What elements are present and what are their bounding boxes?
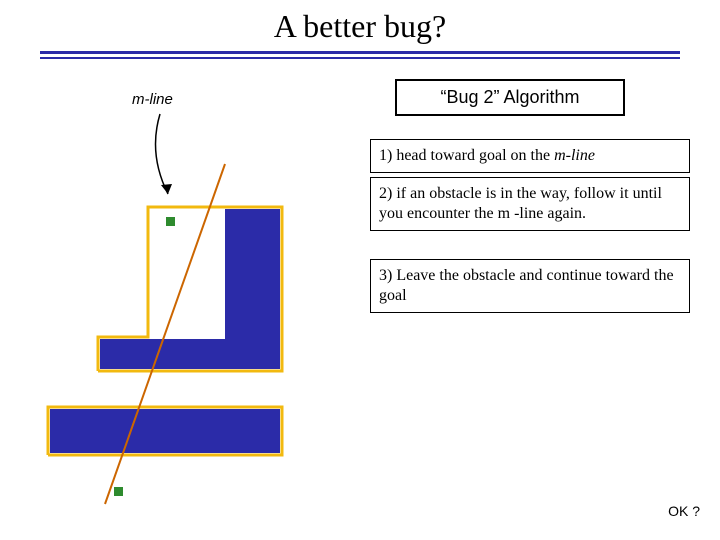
footer-ok: OK ? [668, 503, 700, 519]
step-1-text-b: m-line [554, 147, 595, 164]
slide-title: A better bug? [0, 0, 720, 51]
step-2: 2) if an obstacle is in the way, follow … [370, 177, 690, 231]
step-1: 1) head toward goal on the m-line [370, 139, 690, 173]
title-rule [40, 51, 680, 59]
algorithm-title-box: “Bug 2” Algorithm [395, 79, 625, 116]
label-arrow [156, 114, 169, 194]
waypoint-start [114, 487, 123, 496]
mline-label: m-line [132, 91, 173, 108]
step-3: 3) Leave the obstacle and continue towar… [370, 259, 690, 313]
bug-diagram [30, 109, 360, 509]
obstacle-lower [50, 409, 280, 453]
waypoint-goal [166, 217, 175, 226]
step-1-text-a: 1) head toward goal on the [379, 147, 554, 164]
content-area: m-line “Bug 2” Algorithm 1) head toward … [0, 59, 720, 529]
obstacle-middle [100, 339, 280, 369]
